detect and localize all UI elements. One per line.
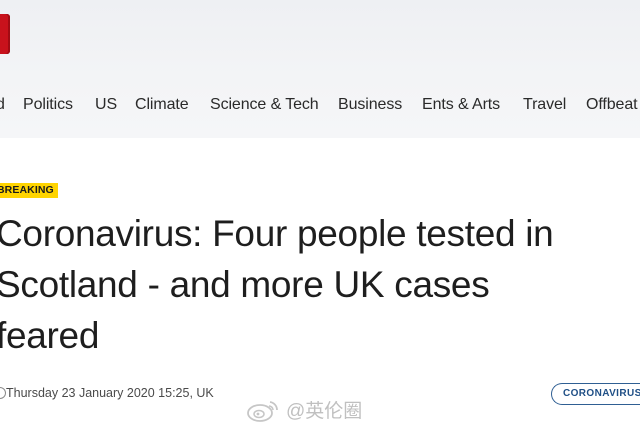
site-header: d Politics US Climate Science & Tech Bus…	[0, 0, 640, 138]
nav-item-world[interactable]: d	[0, 96, 5, 114]
breaking-badge: BREAKING	[0, 183, 58, 198]
weibo-watermark: @英伦圈	[246, 396, 362, 423]
nav-item-offbeat[interactable]: Offbeat	[586, 96, 638, 114]
article-headline: Coronavirus: Four people tested in Scotl…	[0, 208, 640, 361]
weibo-icon	[247, 400, 278, 422]
nav-item-travel[interactable]: Travel	[523, 96, 566, 114]
site-logo[interactable]	[0, 14, 10, 54]
nav-item-politics[interactable]: Politics	[23, 96, 73, 114]
topic-tag-coronavirus[interactable]: CORONAVIRUS	[551, 383, 640, 405]
watermark-text: @英伦圈	[286, 401, 363, 422]
breaking-badge-label: BREAKING	[0, 184, 54, 196]
nav-item-business[interactable]: Business	[338, 96, 402, 114]
headline-line-2: Scotland - and more UK cases	[0, 264, 490, 305]
article-timestamp: Thursday 23 January 2020 15:25, UK	[6, 386, 214, 400]
nav-item-climate[interactable]: Climate	[135, 96, 189, 114]
headline-line-1: Coronavirus: Four people tested in	[0, 213, 554, 254]
nav-item-ents-arts[interactable]: Ents & Arts	[422, 96, 500, 114]
headline-line-3: feared	[0, 315, 100, 356]
nav-item-science-tech[interactable]: Science & Tech	[210, 96, 319, 114]
nav-item-us[interactable]: US	[95, 96, 117, 114]
article-page: d Politics US Climate Science & Tech Bus…	[0, 0, 640, 433]
